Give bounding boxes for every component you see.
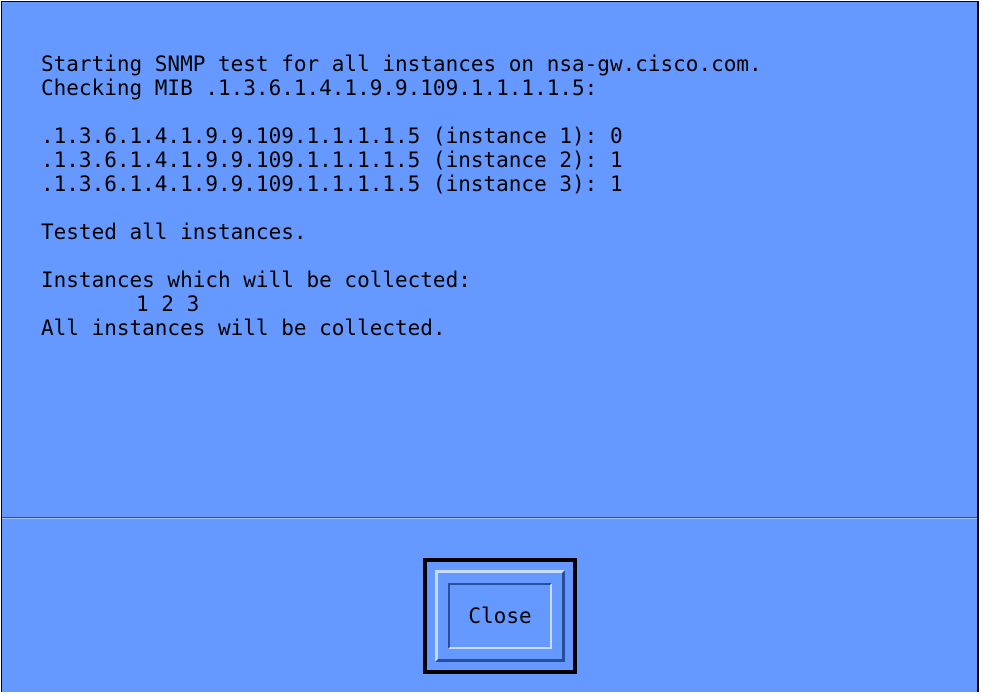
output-blank-line bbox=[41, 100, 762, 124]
output-line-instance-1: .1.3.6.1.4.1.9.9.109.1.1.1.1.5 (instance… bbox=[41, 124, 623, 148]
default-button-frame: Close bbox=[423, 558, 577, 674]
output-line-instance-list: 1 2 3 bbox=[136, 292, 200, 316]
output-blank-line bbox=[41, 196, 762, 220]
output-line-all-collected: All instances will be collected. bbox=[41, 316, 446, 340]
output-blank-line bbox=[41, 244, 762, 268]
close-button[interactable]: Close bbox=[435, 570, 565, 662]
snmp-output-text: Starting SNMP test for all instances on … bbox=[41, 52, 762, 340]
output-line-collected-heading: Instances which will be collected: bbox=[41, 268, 471, 292]
output-line-checking-mib: Checking MIB .1.3.6.1.4.1.9.9.109.1.1.1.… bbox=[41, 76, 598, 100]
output-line-start: Starting SNMP test for all instances on … bbox=[41, 52, 762, 76]
output-line-instance-2: .1.3.6.1.4.1.9.9.109.1.1.1.1.5 (instance… bbox=[41, 148, 623, 172]
button-area-divider bbox=[2, 517, 977, 519]
output-line-tested: Tested all instances. bbox=[41, 220, 307, 244]
snmp-test-dialog: Starting SNMP test for all instances on … bbox=[1, 1, 979, 692]
close-button-label: Close bbox=[448, 583, 552, 649]
output-line-instance-3: .1.3.6.1.4.1.9.9.109.1.1.1.1.5 (instance… bbox=[41, 172, 623, 196]
